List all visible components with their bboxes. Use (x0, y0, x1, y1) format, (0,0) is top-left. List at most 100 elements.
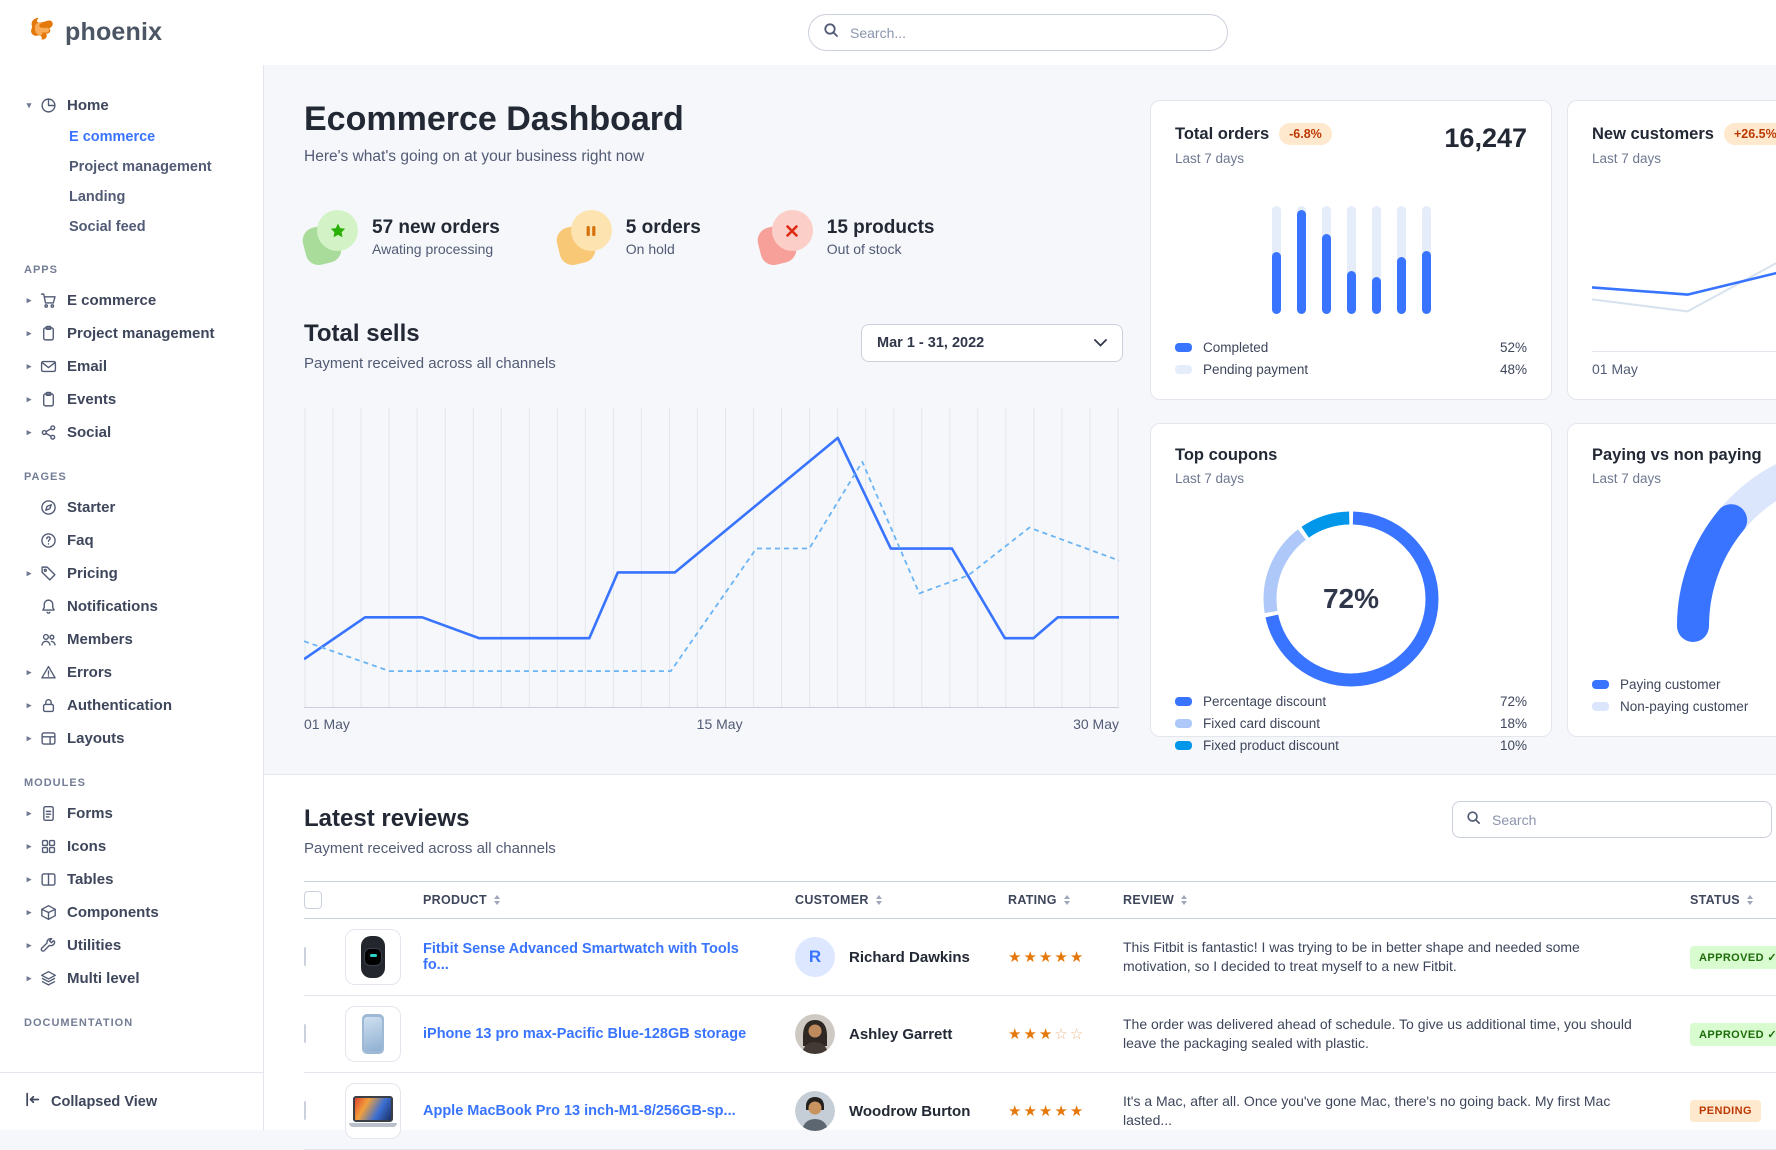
product-link[interactable]: Fitbit Sense Advanced Smartwatch with To… (423, 941, 795, 973)
caret-right-icon: ▸ (22, 940, 36, 951)
reviews-search-input[interactable] (1490, 811, 1758, 829)
reviews-search[interactable] (1452, 801, 1772, 838)
column-header-rating[interactable]: RATING (1008, 893, 1123, 907)
logo[interactable]: phoenix (26, 15, 162, 50)
sidebar-item-faq[interactable]: Faq (22, 524, 251, 557)
sidebar-item-label: Errors (67, 664, 112, 681)
caret-right-icon: ▸ (22, 295, 36, 306)
sort-icon[interactable] (494, 895, 500, 905)
legend-label: Percentage discount (1203, 694, 1326, 709)
legend-item: Fixed card discount18% (1175, 716, 1527, 731)
share-icon (40, 424, 57, 441)
pie-chart-icon (40, 97, 57, 114)
product-link[interactable]: iPhone 13 pro max-Pacific Blue-128GB sto… (423, 1026, 774, 1042)
sidebar-item-utilities[interactable]: ▸Utilities (22, 929, 251, 962)
product-image[interactable] (345, 1083, 401, 1139)
navbar-search-input[interactable] (848, 24, 1213, 42)
caret-right-icon: ▸ (22, 874, 36, 885)
legend-item: Non-paying customer (1592, 699, 1776, 714)
smartwatch-image (361, 936, 385, 978)
sort-icon[interactable] (876, 895, 882, 905)
legend-value: 52% (1500, 340, 1527, 355)
sidebar-item-components[interactable]: ▸Components (22, 896, 251, 929)
sidebar-item-email[interactable]: ▸Email (22, 350, 251, 383)
cart-icon (40, 292, 57, 309)
sidebar-subitem-social-feed[interactable]: Social feed (22, 212, 251, 242)
sidebar-item-authentication[interactable]: ▸Authentication (22, 689, 251, 722)
paying-period: Last 7 days (1592, 471, 1762, 486)
column-header-review[interactable]: REVIEW (1123, 893, 1690, 907)
caret-right-icon: ▸ (22, 907, 36, 918)
product-image[interactable] (345, 929, 401, 985)
row-checkbox[interactable] (304, 947, 306, 966)
order-bar (1397, 206, 1406, 314)
sidebar-item-label: Tables (67, 871, 113, 888)
sidebar-item-layouts[interactable]: ▸Layouts (22, 722, 251, 755)
sidebar-item-label: Pricing (67, 565, 118, 582)
caret-right-icon: ▸ (22, 808, 36, 819)
rating-stars: ★★★★★ (1008, 948, 1123, 966)
sort-icon[interactable] (1181, 895, 1187, 905)
sidebar-item-label: Members (67, 631, 133, 648)
sidebar-item-errors[interactable]: ▸Errors (22, 656, 251, 689)
search-icon (1466, 810, 1481, 830)
row-checkbox[interactable] (304, 1101, 306, 1120)
select-all-checkbox[interactable] (304, 891, 322, 909)
sidebar-item-tables[interactable]: ▸ Tables (22, 863, 251, 896)
total-sells-title: Total sells (304, 320, 556, 348)
stat-label: On hold (626, 241, 701, 257)
compass-icon (40, 499, 57, 516)
page-subtitle: Here's what's going on at your business … (304, 148, 1123, 166)
users-icon (40, 631, 57, 648)
avatar (795, 1091, 835, 1131)
sidebar-item-icons[interactable]: ▸Icons (22, 830, 251, 863)
legend-item: Paying customer (1592, 677, 1776, 692)
collapse-view-toggle[interactable]: Collapsed View (0, 1072, 263, 1130)
donut-center-value: 72% (1256, 504, 1446, 694)
sidebar-item-e-commerce[interactable]: ▸E commerce (22, 284, 251, 317)
row-checkbox[interactable] (304, 1024, 306, 1043)
product-link[interactable]: Apple MacBook Pro 13 inch-M1-8/256GB-sp.… (423, 1103, 764, 1119)
x-tick-label: 15 May (697, 716, 743, 732)
sidebar-item-pricing[interactable]: ▸Pricing (22, 557, 251, 590)
date-range-select[interactable]: Mar 1 - 31, 2022 (861, 324, 1123, 362)
sidebar-subitem-landing[interactable]: Landing (22, 182, 251, 212)
navbar-search[interactable] (808, 14, 1228, 51)
sidebar-item-starter[interactable]: Starter (22, 491, 251, 524)
sidebar-item-label: Authentication (67, 697, 172, 714)
top-navbar: phoenix (0, 0, 1776, 65)
stat-awating-processing: 57 new ordersAwating processing (304, 210, 500, 264)
x-icon (759, 210, 813, 264)
warning-icon (40, 664, 57, 681)
sidebar-item-multi-level[interactable]: ▸Multi level (22, 962, 251, 995)
stat-out-of-stock: 15 productsOut of stock (759, 210, 935, 264)
clipboard-icon (40, 325, 57, 342)
sidebar-item-home[interactable]: ▾Home (22, 89, 251, 122)
caret-right-icon: ▸ (22, 973, 36, 984)
top-coupons-period: Last 7 days (1175, 471, 1277, 486)
sort-icon[interactable] (1064, 895, 1070, 905)
sort-icon[interactable] (1747, 895, 1753, 905)
status-badge: APPROVED ✓ (1690, 946, 1776, 969)
dashboard-section: Ecommerce Dashboard Here's what's going … (264, 65, 1776, 774)
sidebar-item-notifications[interactable]: Notifications (22, 590, 251, 623)
sidebar: ▾HomeE commerceProject managementLanding… (0, 65, 264, 1130)
total-orders-value: 16,247 (1444, 123, 1527, 154)
stat-value: 15 products (827, 217, 935, 239)
sidebar-item-events[interactable]: ▸Events (22, 383, 251, 416)
sidebar-item-project-management[interactable]: ▸Project management (22, 317, 251, 350)
page-title: Ecommerce Dashboard (304, 100, 1123, 139)
caret-right-icon: ▸ (22, 328, 36, 339)
column-header-customer[interactable]: CUSTOMER (795, 893, 1008, 907)
sidebar-subitem-e-commerce[interactable]: E commerce (22, 122, 251, 152)
sidebar-item-forms[interactable]: ▸Forms (22, 797, 251, 830)
sidebar-item-members[interactable]: Members (22, 623, 251, 656)
sidebar-subitem-project-management[interactable]: Project management (22, 152, 251, 182)
sidebar-item-social[interactable]: ▸Social (22, 416, 251, 449)
column-header-product[interactable]: PRODUCT (423, 893, 795, 907)
product-image[interactable] (345, 1006, 401, 1062)
sidebar-section-label: MODULES (24, 777, 251, 789)
column-header-status[interactable]: STATUS (1690, 893, 1776, 907)
total-orders-title: Total orders (1175, 125, 1269, 144)
sidebar-section-label: APPS (24, 264, 251, 276)
